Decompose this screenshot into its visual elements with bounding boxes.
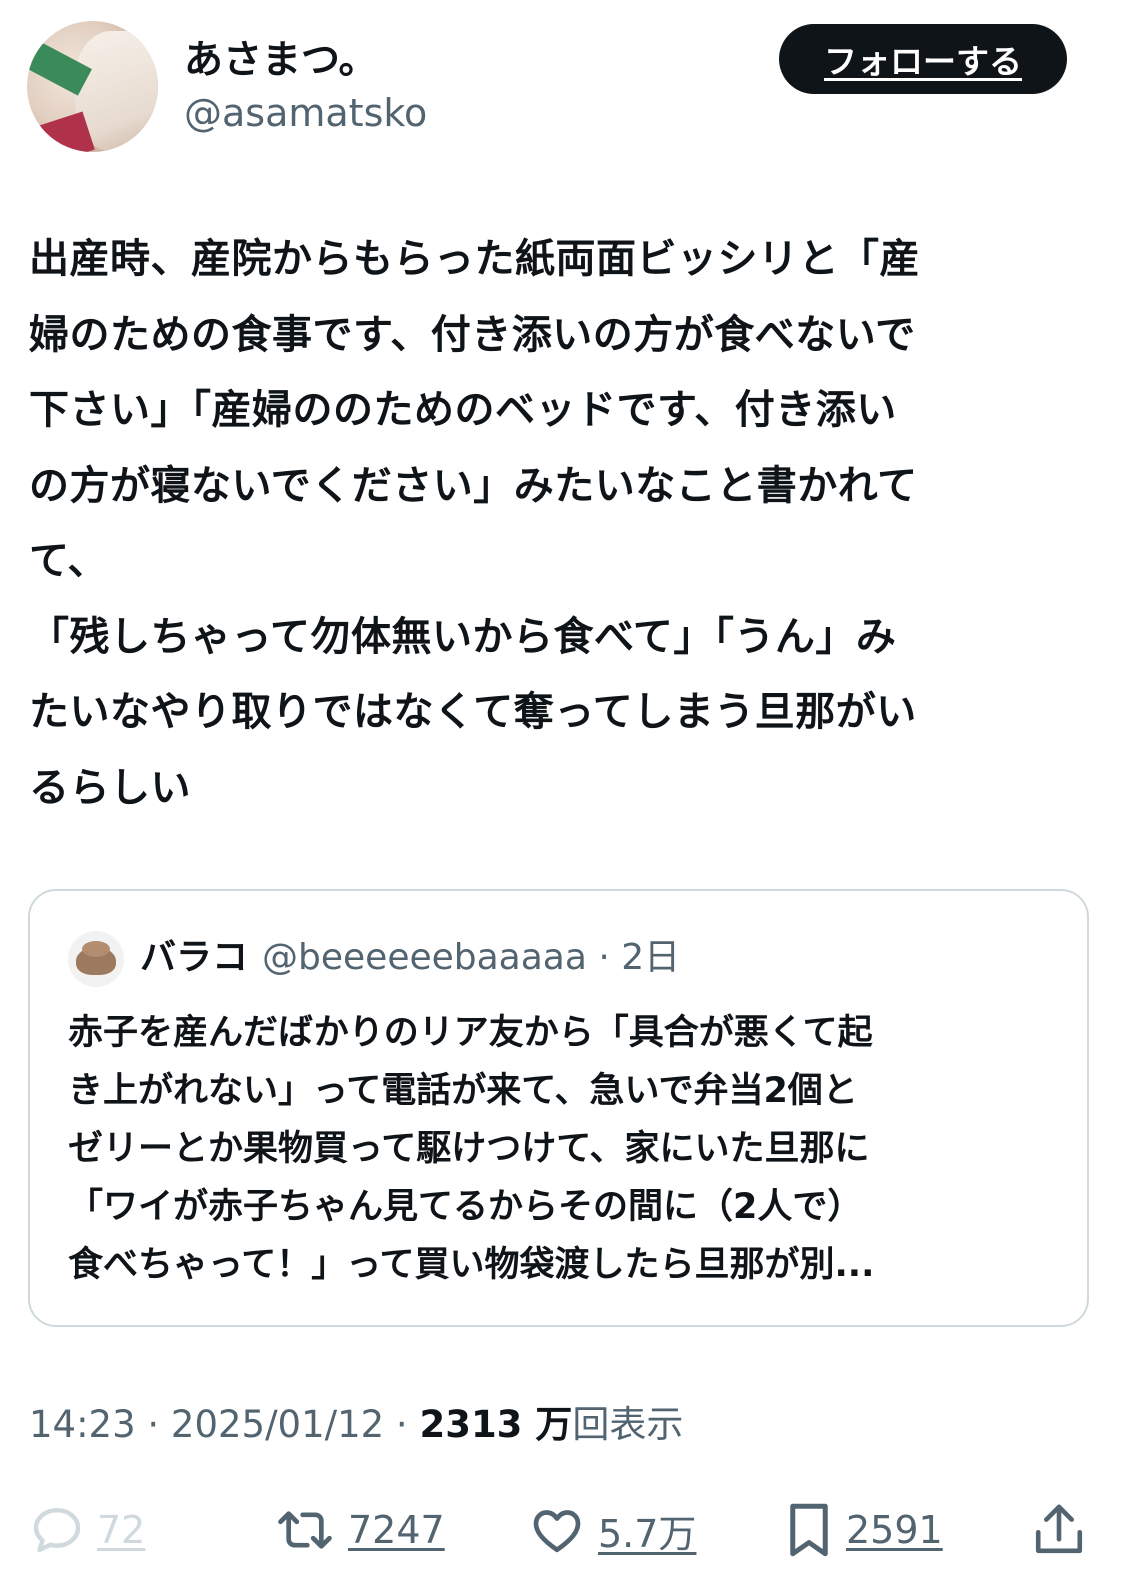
tweet-text: 出産時、産院からもらった紙両面ビッシリと「産 婦のための食事です、付き添いの方が… bbox=[29, 236, 920, 811]
tweet-timestamp: 14:23 · 2025/01/12 · 2313 万回表示 bbox=[29, 1400, 683, 1450]
avatar-collar-green bbox=[27, 36, 92, 96]
reply-icon bbox=[29, 1502, 85, 1558]
quoted-tweet-text: 赤子を産んだばかりのリア友から「具合が悪くて起 き上がれない」って電話が来て、急… bbox=[68, 1013, 875, 1285]
bookmark-button[interactable]: 2591 bbox=[784, 1490, 943, 1570]
heart-icon bbox=[528, 1502, 586, 1558]
avatar-shape-top bbox=[82, 941, 110, 957]
reply-button[interactable]: 72 bbox=[29, 1490, 145, 1570]
like-count: 5.7万 bbox=[598, 1511, 697, 1556]
share-button[interactable] bbox=[1031, 1490, 1087, 1570]
tweet-actions: 72 7247 5.7万 2591 bbox=[0, 1490, 1125, 1570]
follow-button[interactable]: フォローする bbox=[779, 24, 1067, 94]
retweet-button[interactable]: 7247 bbox=[274, 1490, 445, 1570]
views-label: 回表示 bbox=[572, 1403, 684, 1446]
retweet-count: 7247 bbox=[348, 1508, 445, 1552]
author-display-name[interactable]: あさまつ。 bbox=[184, 38, 377, 84]
author-handle[interactable]: @asamatsko bbox=[184, 90, 427, 136]
quoted-tweet-header: バラコ @beeeeeebaaaaa · 2日 bbox=[140, 933, 680, 983]
share-icon bbox=[1031, 1500, 1087, 1560]
retweet-icon bbox=[274, 1502, 336, 1558]
views-count: 2313 万 bbox=[419, 1403, 573, 1446]
quoted-author-avatar bbox=[68, 931, 124, 987]
bookmark-icon bbox=[784, 1499, 834, 1561]
quoted-tweet-card[interactable]: バラコ @beeeeeebaaaaa · 2日 赤子を産んだばかりのリア友から「具… bbox=[28, 889, 1089, 1327]
bookmark-count: 2591 bbox=[846, 1508, 943, 1552]
timestamp-time-date[interactable]: 14:23 · 2025/01/12 · bbox=[29, 1403, 419, 1446]
author-avatar[interactable] bbox=[27, 21, 158, 152]
quoted-author-meta: @beeeeeebaaaaa · 2日 bbox=[262, 937, 681, 978]
quoted-author-name: バラコ bbox=[140, 937, 249, 978]
reply-count: 72 bbox=[97, 1508, 146, 1552]
like-button[interactable]: 5.7万 bbox=[528, 1490, 696, 1570]
